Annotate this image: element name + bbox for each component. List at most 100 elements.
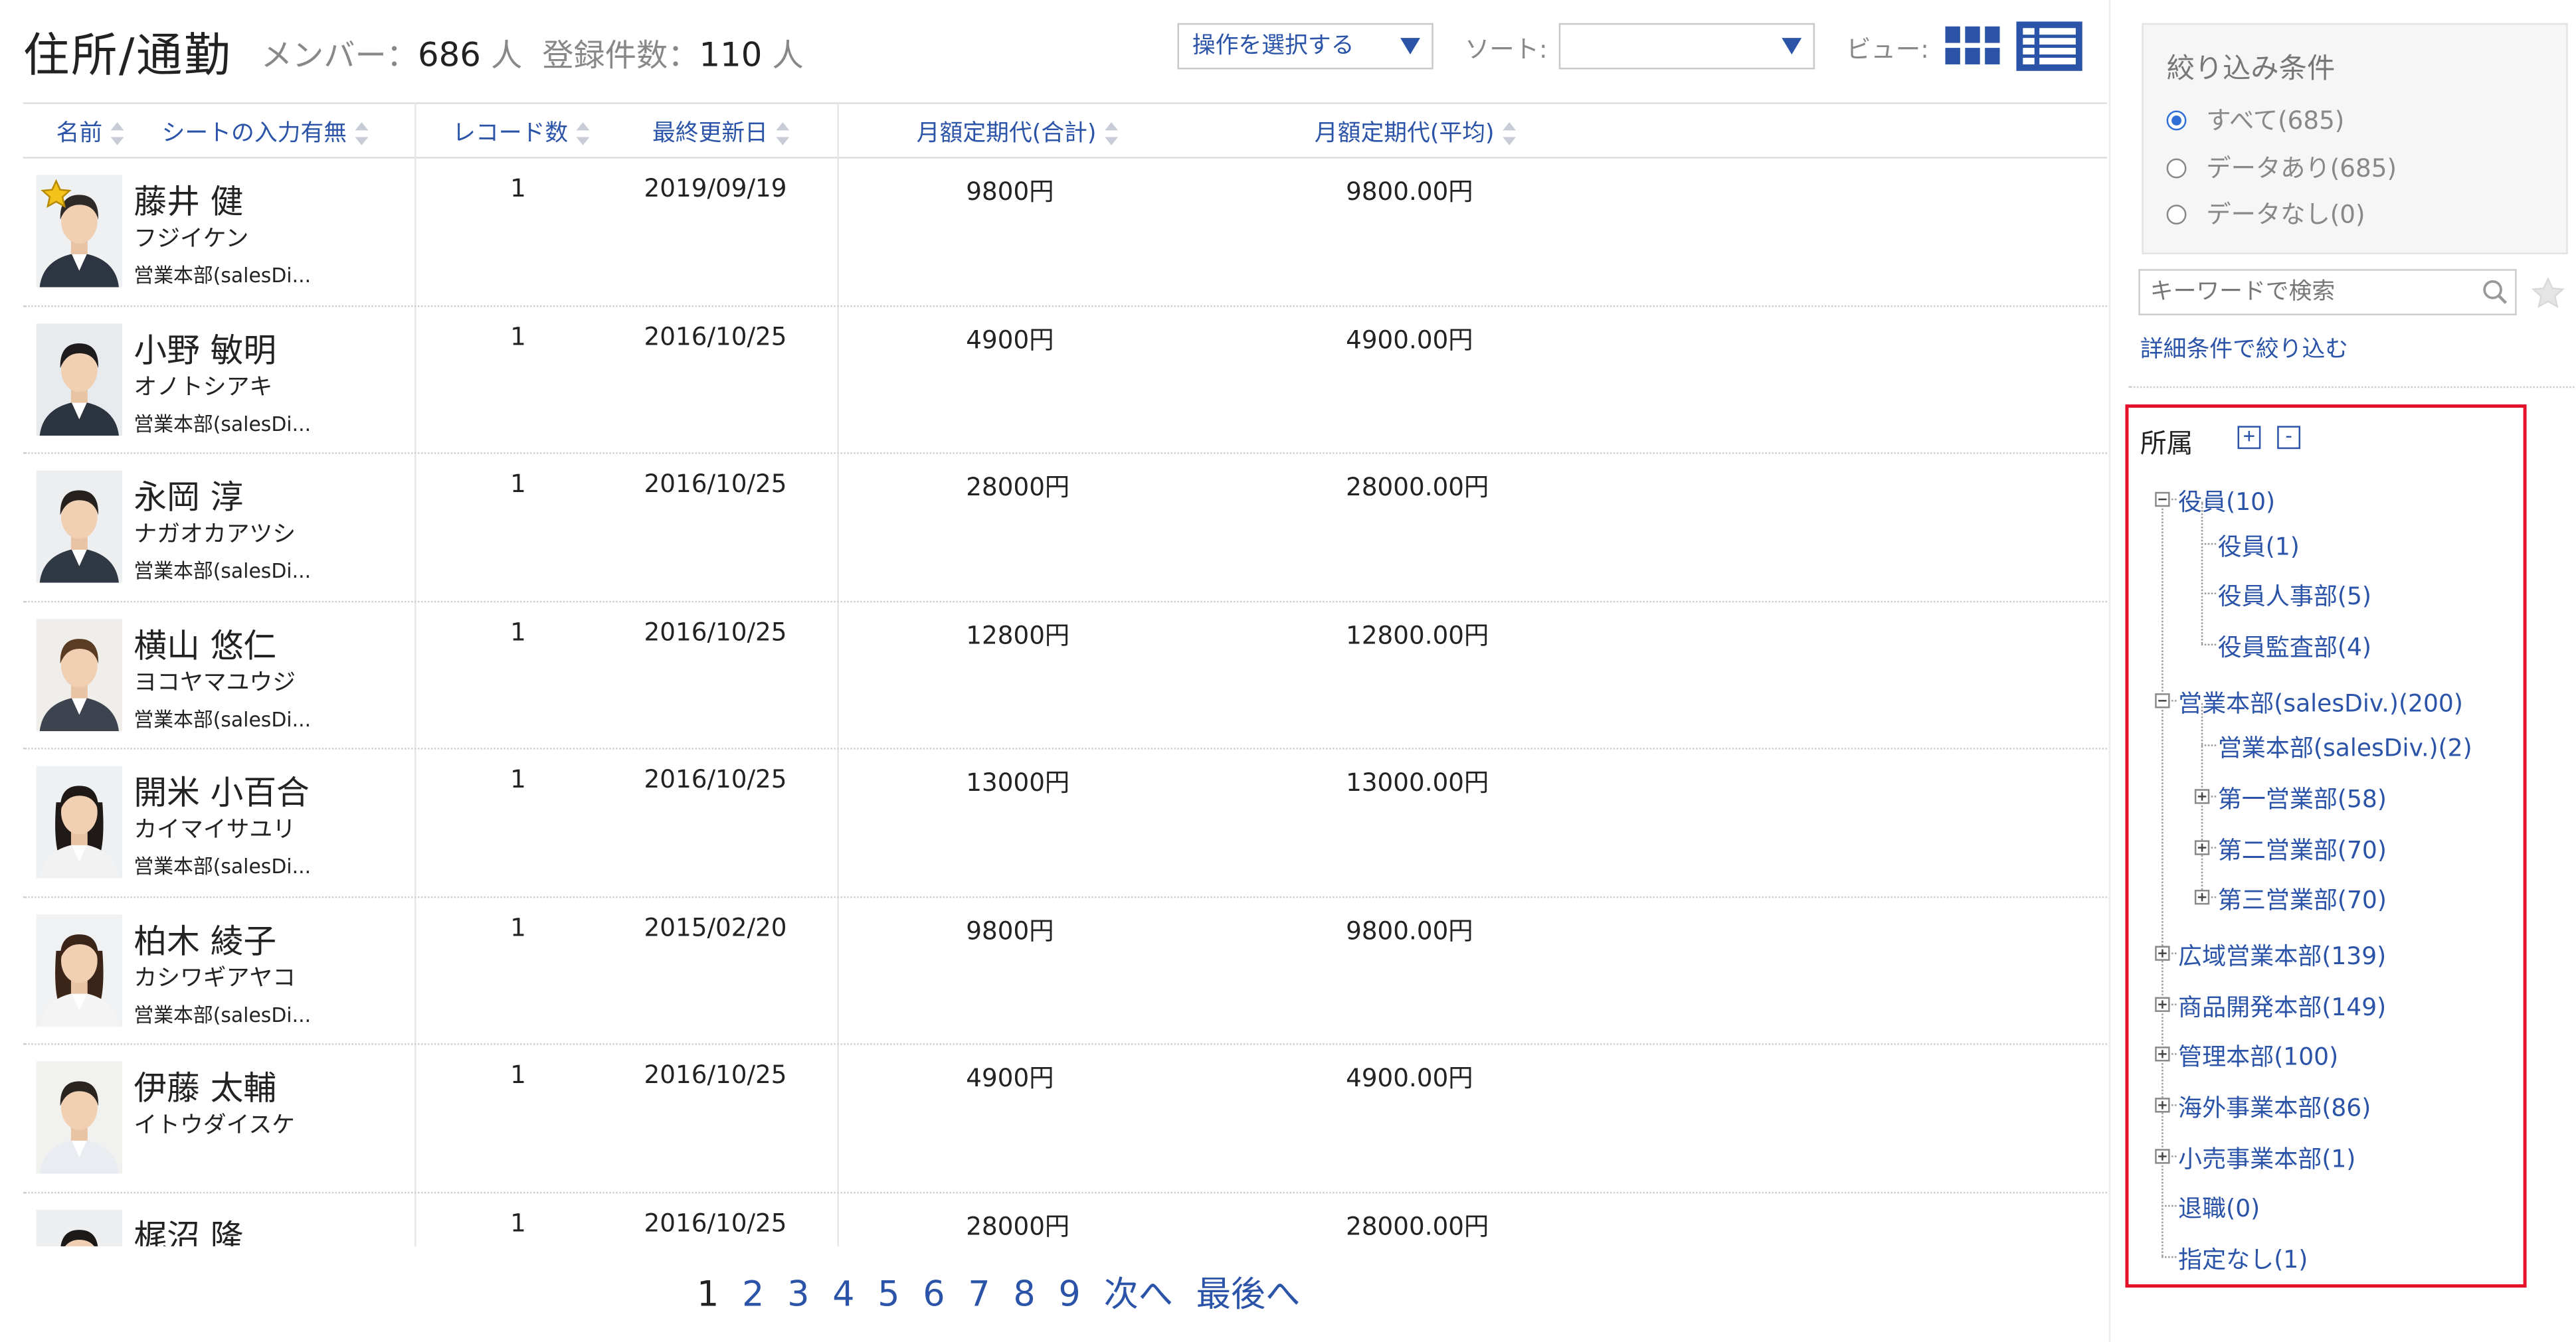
expand-icon[interactable] [2194,789,2210,804]
radio-icon[interactable] [2166,205,2187,225]
tree-guide-line [2162,491,2163,1256]
table-row[interactable]: 横山 悠仁 ヨコヤマユウジ 営業本部(salesDi... 1 2016/10/… [23,602,2108,750]
avatar[interactable] [36,1209,122,1246]
column-header-name[interactable]: 名前 [56,116,124,149]
monthly-total: 28000円 [966,471,1070,502]
advanced-filter-link[interactable]: 詳細条件で絞り込む [2140,332,2348,365]
radio-icon[interactable] [2166,158,2187,179]
filter-option-all[interactable]: すべて(685) [2166,102,2344,137]
monthly-total: 9800円 [966,177,1054,207]
sort-label: ソート: [1465,35,1548,64]
tree-node[interactable]: 営業本部(salesDiv.)(2) [2218,730,2472,764]
last-updated: 2016/10/25 [644,469,787,499]
member-name[interactable]: 柏木 綾子 [134,914,276,962]
expand-icon[interactable] [2155,946,2170,961]
expand-icon[interactable] [2194,840,2210,855]
member-name[interactable]: 永岡 淳 [134,471,243,519]
member-name[interactable]: 伊藤 太輔 [134,1061,276,1109]
record-count: 1 [510,469,526,499]
table-row[interactable]: 小野 敏明 オノトシアキ 営業本部(salesDi... 1 2016/10/2… [23,306,2108,454]
tree-node[interactable]: 指定なし(1) [2178,1241,2308,1276]
collapse-all-icon[interactable]: - [2277,426,2300,450]
tree-node[interactable]: 第二営業部(70) [2218,832,2387,867]
member-name[interactable]: 横山 悠仁 [134,618,276,666]
last-updated: 2015/02/20 [644,912,787,942]
column-header-monthly-total[interactable]: 月額定期代(合計) [917,116,1118,149]
tree-node[interactable]: 営業本部(salesDiv.)(200) [2178,685,2463,720]
member-department: 営業本部(salesDi... [134,412,312,436]
page-link-6[interactable]: 6 [923,1274,945,1314]
page-link-1[interactable]: 1 [697,1274,719,1314]
member-name[interactable]: 小野 敏明 [134,323,276,371]
member-name[interactable]: 藤井 健 [134,175,243,223]
tree-node[interactable]: 商品開発本部(149) [2178,989,2386,1023]
expand-icon[interactable] [2155,1098,2170,1113]
action-select-label: 操作を選択する [1192,33,1354,60]
action-select[interactable]: 操作を選択する [1177,23,1433,70]
grid-view-icon[interactable] [1942,23,2003,70]
page-link-3[interactable]: 3 [787,1274,809,1314]
favorite-star-icon[interactable] [2530,276,2567,312]
collapse-icon[interactable] [2155,491,2170,507]
page-link-5[interactable]: 5 [877,1274,899,1314]
registered-label: 登録件数： [542,38,699,74]
tree-node[interactable]: 役員(1) [2218,529,2300,563]
collapse-icon[interactable] [2155,693,2170,709]
tree-node[interactable]: 第一営業部(58) [2218,781,2387,815]
search-icon[interactable] [2482,279,2508,305]
column-header-sheet-status[interactable]: シートの入力有無 [162,116,369,149]
table-row[interactable]: 開米 小百合 カイマイサユリ 営業本部(salesDi... 1 2016/10… [23,750,2108,898]
tree-guide-line [2201,592,2217,594]
tree-node[interactable]: 管理本部(100) [2178,1039,2338,1073]
column-header-last-updated[interactable]: 最終更新日 [652,116,790,149]
avatar[interactable] [36,470,122,583]
page-link-4[interactable]: 4 [832,1274,854,1314]
page-link-9[interactable]: 9 [1059,1274,1081,1314]
avatar[interactable] [36,618,122,731]
expand-icon[interactable] [2155,1149,2170,1164]
expand-all-icon[interactable]: + [2237,426,2261,450]
avatar[interactable] [36,323,122,436]
keyword-search-input[interactable]: キーワードで検索 [2138,269,2517,315]
table-row[interactable]: 永岡 淳 ナガオカアツシ 営業本部(salesDi... 1 2016/10/2… [23,454,2108,602]
record-count: 1 [510,1060,526,1090]
table-row[interactable]: 梶沼 隆 1 2016/10/25 28000円 28000.00円 [23,1193,2107,1246]
column-header-record-count[interactable]: レコード数 [452,116,590,149]
expand-icon[interactable] [2194,889,2210,905]
page-title: 住所/通勤 [23,28,232,83]
table-row[interactable]: 柏木 綾子 カシワギアヤコ 営業本部(salesDi... 1 2015/02/… [23,897,2108,1045]
expand-icon[interactable] [2155,997,2170,1012]
page-link-7[interactable]: 7 [968,1274,990,1314]
tree-node[interactable]: 広域営業本部(139) [2178,938,2386,972]
tree-node[interactable]: 海外事業本部(86) [2178,1090,2371,1124]
page-next-link[interactable]: 次へ [1104,1268,1173,1317]
tree-node[interactable]: 第三営業部(70) [2218,882,2387,916]
column-header-monthly-average[interactable]: 月額定期代(平均) [1315,116,1516,149]
filter-option-with-data[interactable]: データあり(685) [2166,150,2397,185]
tree-node[interactable]: 退職(0) [2178,1190,2260,1224]
tree-node[interactable]: 役員監査部(4) [2218,629,2371,663]
member-name[interactable]: 梶沼 隆 [134,1209,243,1246]
page-last-link[interactable]: 最後へ [1196,1268,1301,1317]
expand-icon[interactable] [2155,1047,2170,1062]
tree-node[interactable]: 小売事業本部(1) [2178,1141,2355,1175]
avatar[interactable] [36,766,122,879]
tree-node[interactable]: 役員(10) [2178,483,2275,518]
filter-option-no-data[interactable]: データなし(0) [2166,197,2365,231]
list-view-icon[interactable] [2016,21,2082,71]
sort-select[interactable] [1558,23,1815,70]
table-row[interactable]: 藤井 健 フジイケン 営業本部(salesDi... 1 2019/09/19 … [23,159,2108,307]
member-kana: イトウダイスケ [134,1112,295,1139]
chevron-down-icon [1782,38,1802,55]
registered-count: 110 [699,35,763,74]
tree-node[interactable]: 役員人事部(5) [2218,578,2371,612]
page-link-2[interactable]: 2 [742,1274,764,1314]
radio-selected-icon[interactable] [2166,110,2187,131]
avatar[interactable] [36,175,122,288]
member-name[interactable]: 開米 小百合 [134,766,309,814]
page-link-8[interactable]: 8 [1013,1274,1035,1314]
avatar[interactable] [36,1061,122,1174]
table-row[interactable]: 伊藤 太輔 イトウダイスケ 1 2016/10/25 4900円 4900.00… [23,1045,2108,1193]
avatar[interactable] [36,914,122,1027]
view-label: ビュー: [1846,35,1929,64]
